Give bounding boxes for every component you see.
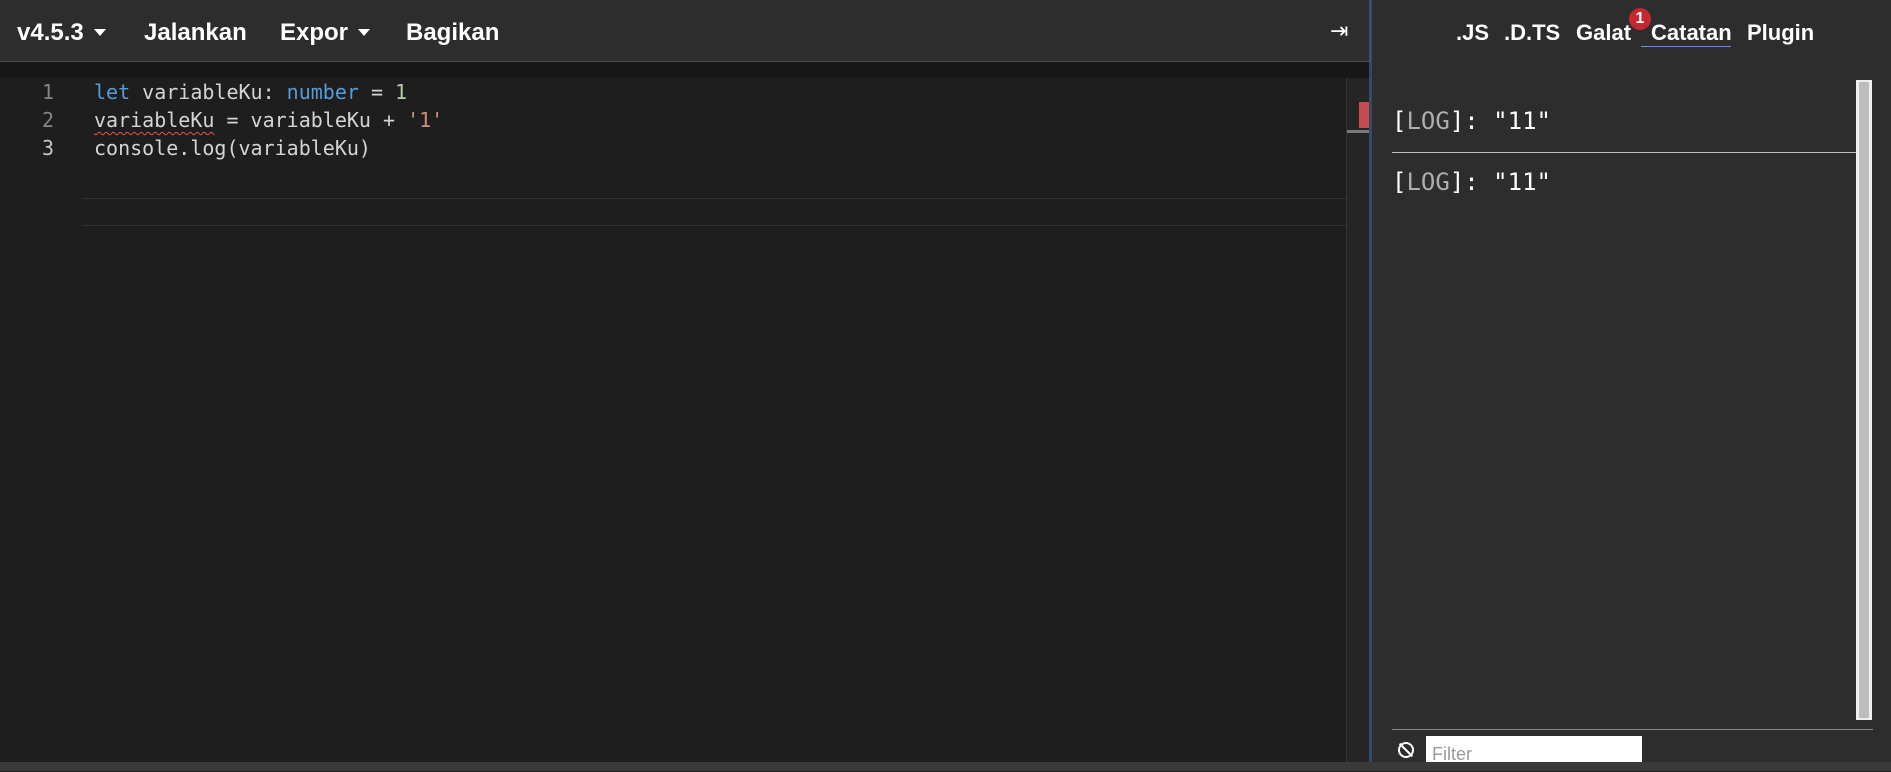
version-label: v4.5.3 [17, 19, 84, 46]
clear-logs-icon[interactable] [1398, 742, 1414, 758]
code-token: let [94, 80, 131, 104]
line-code: let variableKu: number = 1 [94, 78, 407, 106]
editor-scrollbar[interactable] [1346, 78, 1369, 771]
tab-plugins[interactable]: Plugin [1747, 0, 1814, 62]
code-line[interactable]: 2 variableKu = variableKu + '1' [0, 106, 1350, 134]
log-message: : "11" [1464, 107, 1551, 135]
code-line[interactable]: 3 console.log(variableKu) [0, 134, 1350, 162]
version-dropdown[interactable]: v4.5.3 [17, 0, 106, 62]
cursor-marker [1347, 130, 1369, 133]
chevron-down-icon [93, 28, 106, 36]
tab-logs[interactable]: Catatan [1651, 0, 1732, 62]
chevron-down-icon [358, 28, 371, 36]
log-level: LOG [1406, 168, 1450, 196]
code-token: number [286, 80, 359, 104]
line-number: 1 [41, 80, 54, 104]
line-code: console.log(variableKu) [94, 134, 371, 162]
scrollbar-thumb[interactable] [1859, 82, 1869, 718]
export-label: Expor [280, 19, 349, 46]
log-message: : "11" [1464, 168, 1551, 196]
log-divider [1392, 152, 1866, 153]
line-number: 3 [41, 136, 54, 160]
log-level: LOG [1406, 107, 1450, 135]
tab-js[interactable]: .JS [1456, 0, 1489, 62]
bottom-border [0, 762, 1891, 771]
current-line-highlight [82, 198, 1350, 226]
log-scrollbar[interactable] [1856, 80, 1872, 720]
error-count-badge: 1 [1629, 8, 1651, 30]
tab-dts[interactable]: .D.TS [1504, 0, 1560, 62]
code-token: = [358, 80, 396, 104]
log-list: [LOG]: "11" [LOG]: "11" [1392, 80, 1866, 730]
code-editor[interactable]: 1 let variableKu: number = 1 2 variableK… [0, 62, 1371, 771]
share-button[interactable]: Bagikan [406, 0, 499, 62]
code-token: = variableKu + [214, 108, 408, 132]
error-marker [1359, 102, 1369, 128]
editor-pane: v4.5.3 Jalankan Expor Bagikan ⇥ 1 let va… [0, 0, 1371, 771]
code-token: variableKu [94, 108, 215, 132]
log-entry: [LOG]: "11" [1392, 107, 1551, 135]
active-tab-indicator [1641, 46, 1731, 47]
line-number: 2 [41, 108, 54, 132]
tab-errors[interactable]: Galat [1576, 0, 1631, 62]
sidebar-pane: .JS .D.TS Galat 1 Catatan Plugin [LOG]: … [1372, 0, 1891, 771]
export-dropdown[interactable]: Expor [280, 0, 371, 62]
toolbar: v4.5.3 Jalankan Expor Bagikan ⇥ [0, 0, 1371, 62]
log-entry: [LOG]: "11" [1392, 168, 1551, 196]
run-button[interactable]: Jalankan [144, 0, 247, 62]
editor-header-strip [0, 62, 1371, 78]
code-token: console.log(variableKu) [94, 136, 371, 160]
code-token: variableKu: [130, 80, 287, 104]
collapse-sidebar-icon[interactable]: ⇥ [1330, 18, 1348, 44]
code-token: '1' [407, 108, 444, 132]
code-token: 1 [395, 80, 408, 104]
code-line[interactable]: 1 let variableKu: number = 1 [0, 78, 1350, 106]
line-code: variableKu = variableKu + '1' [94, 106, 443, 134]
